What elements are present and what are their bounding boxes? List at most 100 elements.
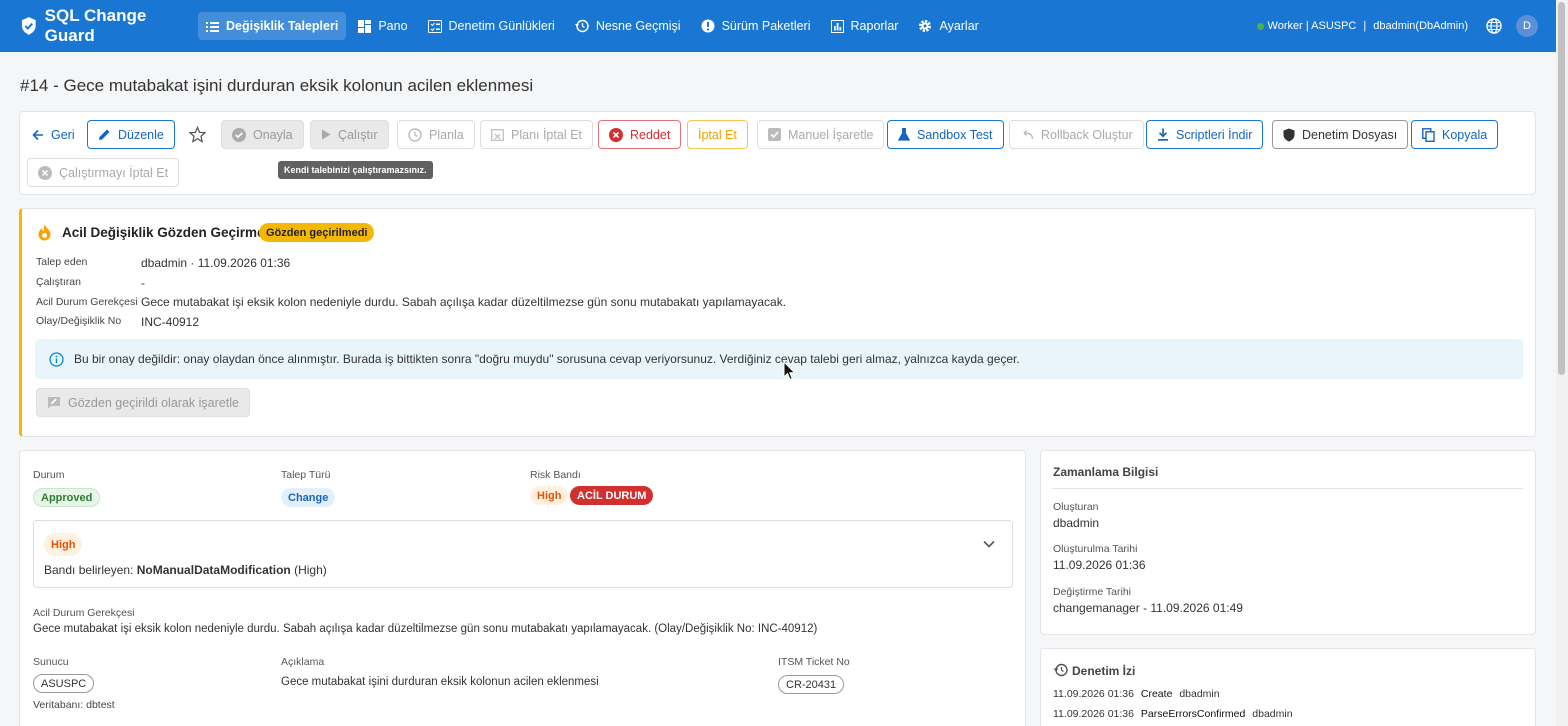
info-text: Bu bir onay değildir: onay olaydan önce … [74, 352, 1020, 366]
database-value: Veritabanı: dbtest [33, 699, 115, 711]
executor-label: Çalıştıran [36, 276, 81, 288]
worker-status: Worker | ASUSPC [1267, 20, 1357, 32]
fire-icon [38, 224, 51, 241]
globe-icon[interactable] [1486, 18, 1502, 34]
edit-button[interactable]: Düzenle [87, 120, 175, 149]
checklist-icon [427, 19, 442, 33]
server-chip: ASUSPC [33, 674, 95, 693]
risk-box-chip: High [44, 533, 83, 556]
created-label: Oluşturulma Tarihi [1053, 543, 1138, 555]
history-icon [1053, 663, 1068, 677]
mouse-cursor-icon [783, 361, 796, 381]
risk-band-label: Risk Bandı [530, 469, 581, 481]
nav-release-packages[interactable]: Sürüm Paketleri [693, 12, 819, 40]
created-value: 11.09.2026 01:36 [1053, 558, 1146, 572]
rate-review-icon [48, 397, 60, 409]
page-title: #14 - Gece mutabakat işini durduran eksi… [20, 76, 534, 95]
chevron-down-icon[interactable] [983, 540, 995, 549]
bar-chart-icon [830, 19, 844, 33]
copy-button[interactable]: Kopyala [1411, 120, 1499, 149]
scrollbar-thumb[interactable] [1558, 2, 1565, 375]
nav-object-history[interactable]: Nesne Geçmişi [567, 12, 689, 40]
request-type-chip: Change [281, 488, 336, 507]
timing-divider [1052, 488, 1523, 489]
cancel-button[interactable]: İptal Et [687, 120, 748, 149]
nav-reports[interactable]: Raporlar [823, 12, 907, 40]
nav-dashboard[interactable]: Pano [350, 12, 415, 40]
schedule-button[interactable]: Planla [397, 120, 475, 149]
history-icon [574, 19, 589, 33]
audit-action: ParseErrorsConfirmed [1140, 708, 1246, 720]
nav-audit-logs[interactable]: Denetim Günlükleri [420, 12, 563, 40]
shield-icon [1283, 128, 1295, 141]
audit-time: 11.09.2026 01:36 [1053, 708, 1134, 720]
check-circle-icon [232, 127, 246, 142]
copy-icon [1422, 127, 1435, 142]
status-chip: Approved [33, 488, 101, 507]
description-label: Açıklama [281, 656, 325, 668]
emergency-chip: ACİL DURUM [570, 486, 654, 505]
rollback-button[interactable]: Rollback Oluştur [1009, 120, 1144, 149]
download-icon [1158, 128, 1168, 141]
checkbox-icon [768, 128, 781, 141]
nav-settings[interactable]: Ayarlar [910, 12, 986, 40]
worker-status-dot [1256, 22, 1264, 30]
status-label: Durum [33, 469, 65, 481]
badge-icon [701, 19, 715, 33]
description-value: Gece mutabakat işini durduran eksik kolo… [281, 676, 599, 688]
itsm-chip: CR-20431 [778, 675, 845, 694]
cancel-run-button[interactable]: Çalıştırmayı İptal Et [27, 158, 180, 187]
dashboard-icon [358, 19, 372, 33]
nav-separator: | [1363, 20, 1367, 32]
reject-button[interactable]: Reddet [598, 120, 682, 149]
back-button[interactable]: Geri [26, 120, 81, 149]
modified-value: changemanager - 11.09.2026 01:49 [1053, 601, 1243, 615]
risk-rule-suffix: (High) [294, 563, 327, 577]
emergency-review-title: Acil Değişiklik Gözden Geçirme [62, 225, 265, 240]
risk-rule-box[interactable] [33, 520, 1013, 588]
info-icon [49, 351, 64, 367]
sandbox-test-button[interactable]: Sandbox Test [887, 120, 1004, 149]
reason-label: Acil Durum Gerekçesi [33, 607, 135, 619]
manual-mark-button[interactable]: Manuel İşaretle [757, 120, 885, 149]
calendar-x-icon [491, 129, 504, 141]
incident-no-label: Olay/Değişiklik No [36, 315, 122, 327]
user-name[interactable]: dbadmin(DbAdmin) [1373, 20, 1468, 32]
modified-label: Değiştirme Tarihi [1053, 586, 1131, 598]
audit-action: Create [1140, 688, 1173, 700]
reason-value: Gece mutabakat işi eksik kolon nedeniyle… [33, 623, 818, 635]
app-title: SQL Change Guard [44, 6, 147, 45]
app-brand[interactable]: SQL Change Guard [20, 6, 198, 46]
mark-reviewed-button[interactable]: Gözden geçirildi olarak işaretle [36, 388, 250, 417]
creator-value: dbadmin [1053, 516, 1100, 530]
audit-row: 11.09.2026 01:36 ParseErrorsConfirmed db… [1053, 708, 1293, 720]
flask-icon [898, 128, 910, 141]
incident-no-value: INC-40912 [141, 315, 200, 329]
x-circle-icon [38, 165, 52, 180]
download-scripts-button[interactable]: Scriptleri İndir [1146, 120, 1264, 149]
nav-right: Worker | ASUSPC | dbadmin(DbAdmin) D [1256, 15, 1538, 37]
executor-value: - [141, 276, 145, 290]
cancel-schedule-button[interactable]: Planı İptal Et [480, 120, 593, 149]
risk-rule-prefix: Bandı belirleyen: [44, 563, 134, 577]
requester-value: dbadmin · 11.09.2026 01:36 [141, 256, 291, 270]
server-label: Sunucu [33, 656, 69, 668]
run-button[interactable]: Çalıştır [310, 120, 389, 149]
avatar[interactable]: D [1516, 15, 1538, 37]
page-scrollbar[interactable] [1556, 0, 1568, 726]
risk-chip: High [530, 486, 569, 505]
star-icon[interactable] [189, 126, 206, 143]
creator-label: Oluşturan [1053, 501, 1099, 513]
x-circle-icon [609, 127, 623, 142]
emergency-reason-label: Acil Durum Gerekçesi [36, 296, 138, 308]
play-icon [322, 129, 331, 140]
approve-button[interactable]: Onayla [221, 120, 304, 149]
audit-file-button[interactable]: Denetim Dosyası [1272, 120, 1409, 149]
audit-user: dbadmin [1252, 708, 1293, 720]
requester-label: Talep eden [36, 256, 88, 268]
arrow-left-icon [32, 129, 43, 140]
nav-change-requests[interactable]: Değişiklik Talepleri [198, 12, 347, 40]
audit-time: 11.09.2026 01:36 [1053, 688, 1134, 700]
pencil-icon [99, 129, 110, 140]
run-tooltip: Kendi talebinizi çalıştıramazsınız. [278, 161, 433, 179]
